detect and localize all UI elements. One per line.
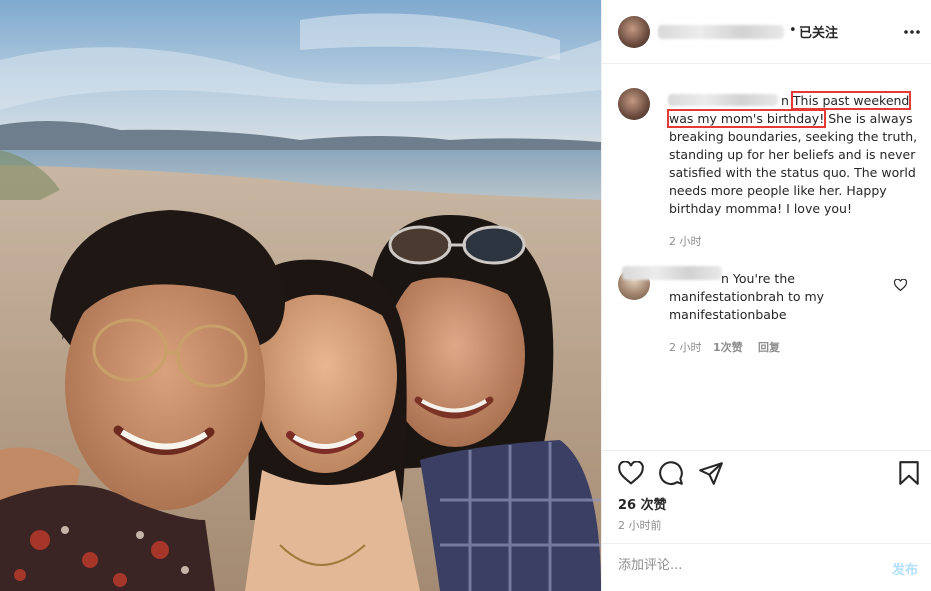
highlighted-phrase-1: This past weekend	[790, 91, 912, 110]
comment-timestamp[interactable]: 2 小时	[669, 339, 702, 355]
caption-timestamp[interactable]: 2 小时	[669, 233, 702, 249]
post-header: • 已关注	[602, 0, 931, 64]
comment-input[interactable]	[618, 558, 868, 573]
caption-username-fragment: n	[781, 93, 789, 108]
more-options-icon[interactable]	[902, 22, 922, 42]
post-photo[interactable]	[0, 0, 601, 591]
post-comment-button[interactable]: 发布	[892, 559, 918, 578]
post-side-panel: • 已关注 n This past weekend was my mom's b…	[601, 0, 931, 591]
likes-count[interactable]: 26 次赞	[618, 494, 667, 513]
following-button[interactable]: 已关注	[799, 22, 838, 41]
comment-body: n You're the manifestationbrah to my man…	[669, 270, 889, 324]
heart-icon[interactable]	[618, 461, 644, 485]
bookmark-icon[interactable]	[898, 460, 920, 486]
comment-icon[interactable]	[658, 460, 684, 486]
caption-author-avatar[interactable]	[618, 88, 650, 120]
highlighted-phrase-2: was my mom's birthday!	[666, 109, 827, 128]
comment-like-heart-icon[interactable]	[894, 279, 907, 291]
follow-separator: •	[789, 23, 797, 38]
comment-reply-button[interactable]: 回复	[758, 339, 780, 355]
share-icon[interactable]	[698, 460, 724, 486]
comment-likes-count[interactable]: 1次赞	[713, 339, 743, 355]
author-avatar[interactable]	[618, 16, 650, 48]
commenter-username-fragment: n	[721, 271, 729, 286]
add-comment-bar: 发布	[602, 543, 931, 591]
caption-body: She is always breaking boundaries, seeki…	[669, 111, 918, 216]
post-time[interactable]: 2 小时前	[618, 517, 662, 533]
comment-text: You're the manifestationbrah to my manif…	[669, 271, 825, 322]
post-caption: n This past weekend was my mom's birthda…	[666, 91, 919, 218]
author-username-blurred[interactable]	[658, 25, 784, 39]
